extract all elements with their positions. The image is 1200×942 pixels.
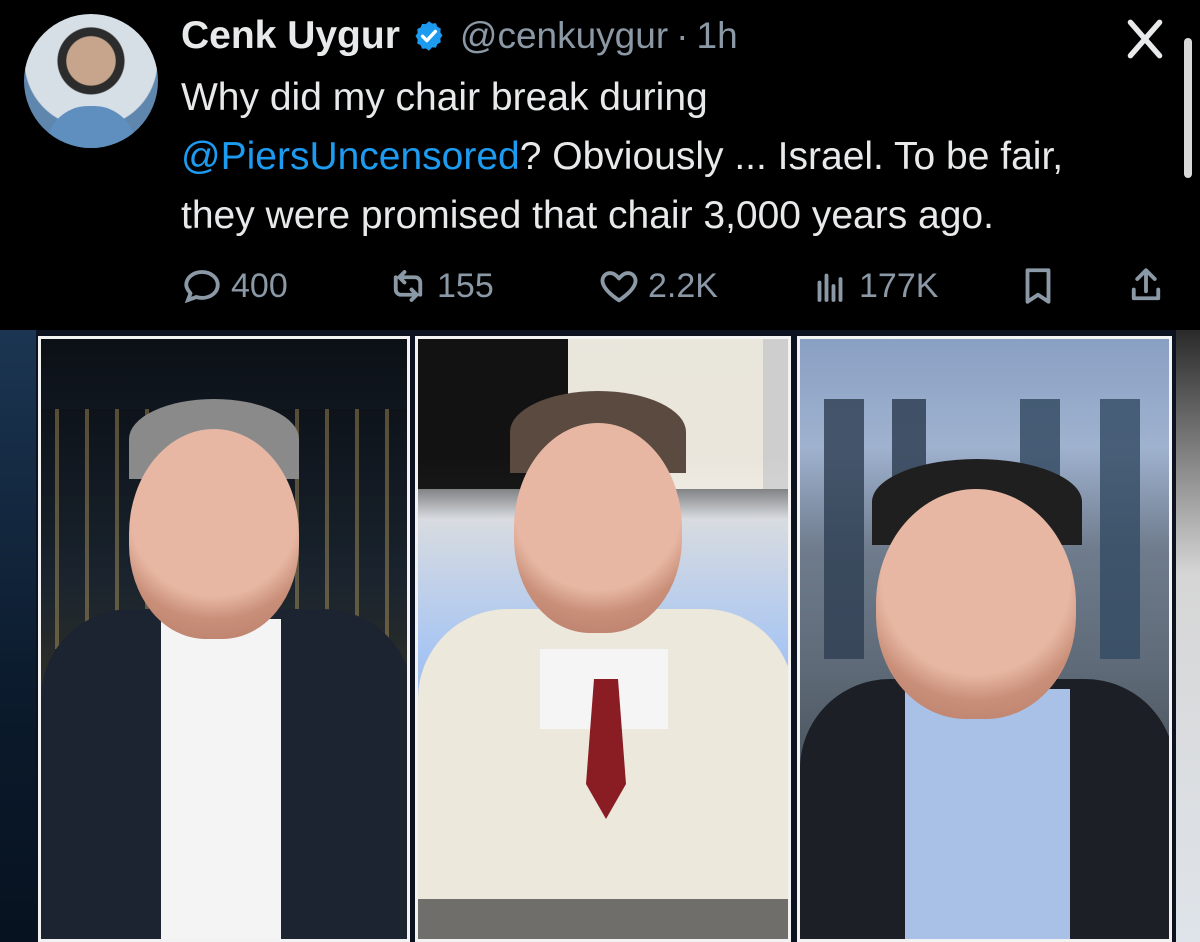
person-shirt xyxy=(161,619,281,939)
views-icon xyxy=(817,273,843,302)
verified-badge-icon xyxy=(415,21,443,51)
video-right-edge xyxy=(1176,330,1200,942)
desk-laptop xyxy=(418,899,788,939)
tweet-header: Cenk Uygur @cenkuygur · 1h xyxy=(181,14,738,58)
tweet-text-line-1: Why did my chair break during xyxy=(181,76,708,119)
repost-count: 155 xyxy=(437,266,494,305)
tweet-text-line-2-rest: ? Obviously ... Israel. To be fair, xyxy=(519,135,1064,178)
like-button[interactable]: 2.2K xyxy=(598,258,718,314)
separator-dot: · xyxy=(676,15,689,56)
bookmark-icon xyxy=(1025,268,1051,304)
person-face xyxy=(876,489,1076,719)
share-button[interactable] xyxy=(1125,258,1167,314)
video-left-edge xyxy=(0,330,36,942)
mention-link[interactable]: @PiersUncensored xyxy=(181,135,520,178)
avatar[interactable] xyxy=(24,14,158,148)
repost-icon xyxy=(393,270,423,302)
bookmark-button[interactable] xyxy=(1017,258,1059,314)
share-icon xyxy=(1131,268,1161,301)
tweet-text: Why did my chair break during @PiersUnce… xyxy=(181,68,1191,245)
person-face xyxy=(514,423,682,633)
video-panel-left xyxy=(38,336,410,942)
video-panel-center xyxy=(415,336,791,942)
heart-icon xyxy=(600,271,638,303)
timestamp[interactable]: 1h xyxy=(697,15,738,57)
views-button[interactable]: 177K xyxy=(809,258,938,314)
tweet-actions: 400 155 2.2K 177K xyxy=(181,258,1171,314)
reply-button[interactable]: 400 xyxy=(181,258,288,314)
views-count: 177K xyxy=(859,266,939,305)
reply-count: 400 xyxy=(231,266,288,305)
video-frame[interactable] xyxy=(0,330,1200,942)
handle[interactable]: @cenkuygur xyxy=(460,15,668,57)
tweet-text-line-2: @PiersUncensored? Obviously ... Israel. … xyxy=(181,127,1191,186)
person-shirt xyxy=(905,689,1070,939)
person-face xyxy=(129,429,299,639)
tweet-container: Cenk Uygur @cenkuygur · 1h Why did my ch… xyxy=(0,0,1200,328)
avatar-shirt xyxy=(46,106,136,148)
like-count: 2.2K xyxy=(648,266,718,305)
tweet-text-line-3: they were promised that chair 3,000 year… xyxy=(181,194,994,237)
video-panel-right xyxy=(797,336,1172,942)
repost-button[interactable]: 155 xyxy=(387,258,494,314)
x-close-icon[interactable] xyxy=(1120,14,1170,64)
display-name[interactable]: Cenk Uygur xyxy=(181,14,400,58)
reply-icon xyxy=(184,270,220,304)
